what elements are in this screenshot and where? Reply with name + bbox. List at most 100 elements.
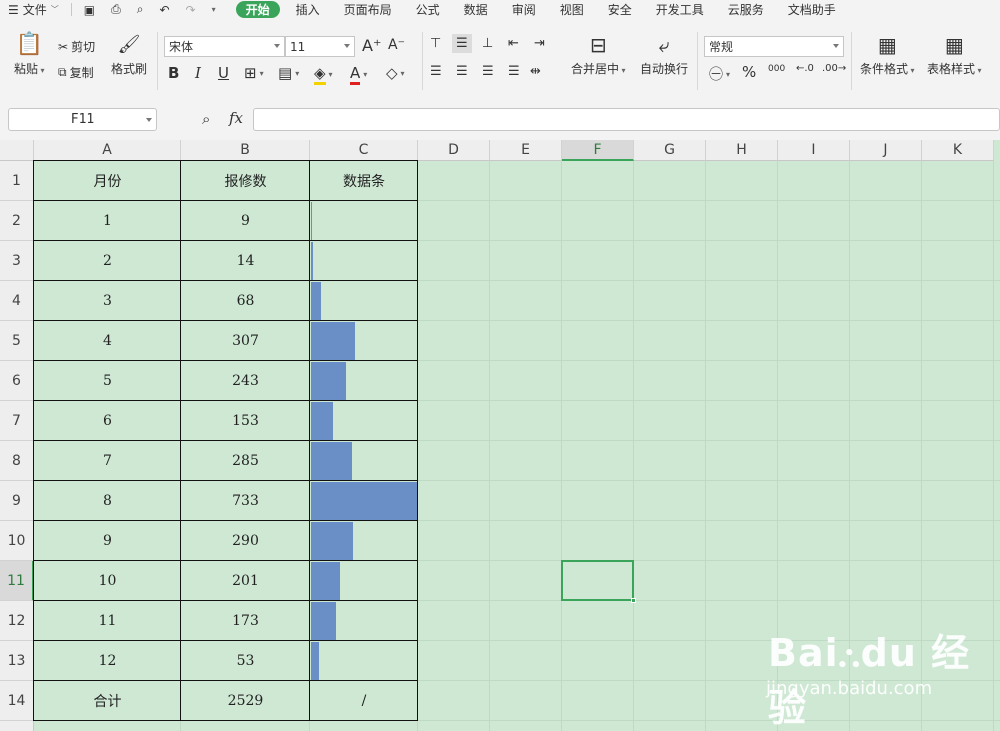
file-menu[interactable]: ☰ 文件 ﹀ — [0, 0, 67, 19]
conditional-format-button[interactable]: ▦ 条件格式 ▾ — [860, 34, 915, 77]
column-header-K[interactable]: K — [922, 140, 994, 161]
align-center-button[interactable]: ☰ — [456, 64, 468, 79]
month-cell[interactable]: 4 — [34, 321, 181, 361]
tab-9[interactable]: 云服务 — [716, 0, 776, 19]
percent-button[interactable]: % — [742, 63, 756, 81]
fill-handle[interactable] — [631, 598, 636, 603]
row-header-8[interactable]: 8 — [0, 441, 34, 481]
tab-7[interactable]: 安全 — [596, 0, 644, 19]
number-format-select[interactable]: 常规 — [704, 36, 844, 57]
tab-0[interactable]: 开始 — [235, 1, 280, 18]
fill-color-button[interactable]: ◈ ▾ — [314, 64, 333, 85]
count-cell[interactable]: 243 — [181, 361, 310, 401]
decrease-indent-button[interactable]: ⇤ — [508, 36, 519, 51]
thousands-button[interactable]: 000 — [768, 64, 785, 74]
italic-button[interactable]: I — [195, 64, 201, 82]
align-middle-button[interactable]: ☰ — [452, 34, 472, 53]
row-header-4[interactable]: 4 — [0, 281, 34, 321]
format-painter-button[interactable]: 🖌 格式刷 — [111, 34, 147, 77]
count-cell[interactable]: 153 — [181, 401, 310, 441]
paste-button[interactable]: 📋 粘贴 ▾ — [14, 34, 45, 77]
font-name-select[interactable]: 宋体 — [164, 36, 285, 57]
month-cell[interactable]: 1 — [34, 201, 181, 241]
total-label-cell[interactable]: 合计 — [34, 681, 181, 721]
column-header-E[interactable]: E — [490, 140, 562, 161]
justify-button[interactable]: ☰ — [508, 64, 520, 79]
row-header-11[interactable]: 11 — [0, 561, 34, 601]
selected-cell-indicator[interactable] — [561, 560, 636, 603]
count-cell[interactable]: 307 — [181, 321, 310, 361]
increase-indent-button[interactable]: ⇥ — [534, 36, 545, 51]
undo-button[interactable]: ↶ — [151, 0, 177, 19]
month-cell[interactable]: 9 — [34, 521, 181, 561]
row-header-5[interactable]: 5 — [0, 321, 34, 361]
redo-button[interactable]: ↷ — [178, 0, 204, 19]
tab-1[interactable]: 插入 — [284, 0, 332, 19]
decrease-decimal-button[interactable]: .00→ — [822, 63, 846, 74]
formula-input[interactable] — [253, 108, 1000, 131]
total-value-cell[interactable]: 2529 — [181, 681, 310, 721]
month-cell[interactable]: 2 — [34, 241, 181, 281]
row-header-2[interactable]: 2 — [0, 201, 34, 241]
clear-button[interactable]: ◇ ▾ — [386, 64, 405, 82]
fx-icon[interactable]: fx — [229, 109, 243, 127]
align-left-button[interactable]: ☰ — [430, 64, 442, 79]
tab-3[interactable]: 公式 — [404, 0, 452, 19]
increase-decimal-button[interactable]: ←.0 — [796, 63, 814, 74]
bold-button[interactable]: B — [168, 64, 179, 82]
month-cell[interactable]: 3 — [34, 281, 181, 321]
quick-access-more[interactable]: ▾ — [204, 0, 224, 19]
count-cell[interactable]: 201 — [181, 561, 310, 601]
decrease-font-button[interactable]: A⁻ — [388, 37, 405, 53]
align-right-button[interactable]: ☰ — [482, 64, 494, 79]
select-all-corner[interactable] — [0, 140, 34, 161]
tab-10[interactable]: 文档助手 — [776, 0, 848, 19]
table-header-cell[interactable]: 报修数 — [181, 161, 310, 201]
row-header-14[interactable]: 14 — [0, 681, 34, 721]
count-cell[interactable]: 285 — [181, 441, 310, 481]
distribute-button[interactable]: ⇹ — [530, 64, 541, 79]
count-cell[interactable]: 68 — [181, 281, 310, 321]
column-header-A[interactable]: A — [34, 140, 181, 161]
currency-button[interactable]: ㊀ ▾ — [709, 64, 730, 84]
month-cell[interactable]: 8 — [34, 481, 181, 521]
column-header-B[interactable]: B — [181, 140, 310, 161]
row-header-6[interactable]: 6 — [0, 361, 34, 401]
column-header-F[interactable]: F — [562, 140, 634, 161]
name-box[interactable]: F11 — [8, 108, 157, 131]
column-header-D[interactable]: D — [418, 140, 490, 161]
month-cell[interactable]: 11 — [34, 601, 181, 641]
month-cell[interactable]: 10 — [34, 561, 181, 601]
merge-center-button[interactable]: ⊟ 合并居中 ▾ — [571, 34, 626, 77]
table-header-cell[interactable]: 月份 — [34, 161, 181, 201]
font-size-select[interactable]: 11 — [285, 36, 355, 57]
row-header-10[interactable]: 10 — [0, 521, 34, 561]
count-cell[interactable]: 733 — [181, 481, 310, 521]
column-header-C[interactable]: C — [310, 140, 418, 161]
count-cell[interactable]: 173 — [181, 601, 310, 641]
month-cell[interactable]: 6 — [34, 401, 181, 441]
row-header-13[interactable]: 13 — [0, 641, 34, 681]
tab-6[interactable]: 视图 — [548, 0, 596, 19]
fill-pattern-button[interactable]: ▤ ▾ — [278, 64, 299, 82]
column-header-J[interactable]: J — [850, 140, 922, 161]
month-cell[interactable]: 12 — [34, 641, 181, 681]
border-button[interactable]: ⊞ ▾ — [244, 64, 264, 82]
month-cell[interactable]: 5 — [34, 361, 181, 401]
wrap-text-button[interactable]: ⤶ 自动换行 — [640, 34, 688, 77]
count-cell[interactable]: 53 — [181, 641, 310, 681]
font-color-button[interactable]: A ▾ — [350, 64, 367, 85]
copy-button[interactable]: ⧉ 复制 — [58, 64, 94, 81]
tab-2[interactable]: 页面布局 — [332, 0, 404, 19]
underline-button[interactable]: U — [218, 64, 229, 82]
row-header-3[interactable]: 3 — [0, 241, 34, 281]
save-button[interactable]: ▣ — [76, 0, 103, 19]
column-header-G[interactable]: G — [634, 140, 706, 161]
increase-font-button[interactable]: A⁺ — [362, 36, 381, 55]
row-header-15[interactable]: 15 — [0, 721, 34, 731]
zoom-icon[interactable]: ⌕ — [202, 110, 210, 128]
align-bottom-button[interactable]: ⊥ — [482, 36, 493, 51]
month-cell[interactable]: 7 — [34, 441, 181, 481]
total-bar-cell[interactable]: / — [310, 681, 418, 721]
tab-4[interactable]: 数据 — [452, 0, 500, 19]
